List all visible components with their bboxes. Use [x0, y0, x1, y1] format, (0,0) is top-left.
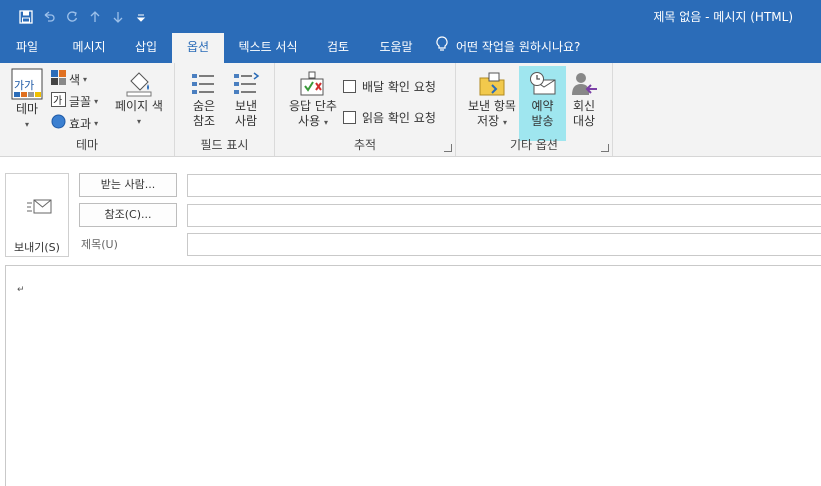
group-themes: 가가 테마 ▾ 색 ▾ 가 글꼴 ▾ 효과 ▾ 페이지 색 ▾ 테마: [0, 63, 175, 156]
send-icon: [26, 198, 52, 219]
svg-text:가: 가: [53, 95, 62, 107]
compose-area: 보내기(S) 받는 사람... 참조(C)... 제목(U) ↵: [0, 157, 821, 486]
tab-options[interactable]: 옵션: [172, 33, 224, 63]
ribbon-tabs: 파일 메시지 삽입 옵션 텍스트 서식 검토 도움말 어떤 작업을 원하시나요?: [0, 33, 821, 63]
direct-replies-button[interactable]: 회신 대상: [568, 71, 600, 129]
tab-review[interactable]: 검토: [313, 33, 363, 63]
dialog-launcher-icon[interactable]: [444, 144, 452, 152]
to-button[interactable]: 받는 사람...: [79, 173, 177, 197]
colors-button[interactable]: 색 ▾: [51, 70, 87, 88]
group-more-options: 보낸 항목 저장 ▾ 예약 발송 회신 대상 기타 옵션: [456, 63, 613, 156]
chevron-down-icon: ▾: [502, 118, 507, 127]
subject-label: 제목(U): [81, 238, 118, 251]
paint-bucket-icon: [125, 71, 153, 97]
cc-button[interactable]: 참조(C)...: [79, 203, 177, 227]
page-color-label: 페이지 색: [115, 99, 163, 113]
folder-icon: [477, 71, 507, 97]
message-body[interactable]: ↵: [5, 265, 821, 486]
from-button[interactable]: 보낸 사람: [229, 71, 263, 129]
read-receipt-checkbox[interactable]: 읽음 확인 요청: [343, 109, 436, 126]
customize-icon[interactable]: [129, 7, 152, 27]
svg-text:가가: 가가: [14, 79, 34, 92]
direct-replies-label-1: 회신: [572, 99, 596, 113]
quick-access-toolbar: [14, 7, 152, 27]
group-label-more-options: 기타 옵션: [510, 138, 558, 152]
tell-me-text: 어떤 작업을 원하시나요?: [456, 40, 581, 54]
from-icon: [232, 71, 260, 97]
window-title: 제목 없음 - 메시지 (HTML): [653, 10, 793, 24]
checkbox-box[interactable]: [343, 80, 356, 93]
arrow-up-icon[interactable]: [83, 7, 106, 27]
delivery-receipt-label: 배달 확인 요청: [362, 80, 436, 94]
effects-label: 효과: [69, 116, 92, 131]
themes-icon: 가가: [11, 68, 43, 100]
tab-insert[interactable]: 삽입: [121, 33, 171, 63]
effects-button[interactable]: 효과 ▾: [51, 114, 98, 132]
group-tracking: 응답 단추 사용 ▾ 배달 확인 요청 읽음 확인 요청 추적: [275, 63, 456, 156]
chevron-down-icon: ▾: [94, 96, 99, 106]
read-receipt-label: 읽음 확인 요청: [362, 111, 436, 125]
delay-delivery-label-2: 발송: [531, 114, 554, 128]
bcc-label-2: 참조: [192, 114, 216, 128]
cc-field[interactable]: [187, 204, 821, 227]
save-sent-item-button[interactable]: 보낸 항목 저장 ▾: [462, 71, 522, 130]
paragraph-mark-icon: ↵: [17, 285, 25, 295]
group-label-show-fields: 필드 표시: [200, 138, 249, 152]
voting-label-2: 사용: [298, 114, 321, 128]
colors-label: 색: [69, 72, 81, 87]
fonts-label: 글꼴: [69, 94, 92, 109]
themes-button[interactable]: 가가 테마 ▾: [9, 68, 45, 132]
bcc-label-1: 숨은: [192, 99, 216, 113]
send-button[interactable]: 보내기(S): [5, 173, 69, 257]
delay-delivery-icon: [528, 71, 558, 97]
page-color-button[interactable]: 페이지 색 ▾: [110, 71, 168, 129]
bcc-button[interactable]: 숨은 참조: [187, 71, 221, 129]
tab-help[interactable]: 도움말: [366, 33, 426, 63]
lightbulb-icon: [436, 34, 448, 62]
group-show-fields: 숨은 참조 보낸 사람 필드 표시: [175, 63, 275, 156]
title-bar: 제목 없음 - 메시지 (HTML): [0, 0, 821, 33]
checkbox-box[interactable]: [343, 111, 356, 124]
chevron-down-icon: ▾: [136, 117, 141, 126]
from-label-1: 보낸: [234, 99, 258, 113]
tab-message[interactable]: 메시지: [57, 33, 121, 63]
dialog-launcher-icon[interactable]: [601, 144, 609, 152]
save-icon[interactable]: [14, 7, 37, 27]
voting-icon: [298, 71, 328, 97]
group-label-tracking: 추적: [353, 138, 377, 152]
themes-label: 테마: [15, 102, 39, 116]
chevron-down-icon: ▾: [83, 74, 88, 84]
direct-replies-icon: [570, 71, 598, 97]
group-label-themes: 테마: [75, 138, 99, 152]
undo-icon[interactable]: [37, 7, 60, 27]
direct-replies-label-2: 대상: [572, 114, 596, 128]
effects-icon: [51, 114, 66, 132]
subject-field[interactable]: [187, 233, 821, 256]
chevron-down-icon: ▾: [94, 118, 99, 128]
redo-icon[interactable]: [60, 7, 83, 27]
chevron-down-icon: ▾: [323, 118, 328, 127]
bcc-icon: [190, 71, 218, 97]
to-field[interactable]: [187, 174, 821, 197]
tab-file[interactable]: 파일: [0, 33, 54, 63]
delivery-receipt-checkbox[interactable]: 배달 확인 요청: [343, 78, 436, 95]
delay-delivery-label-1: 예약: [531, 99, 554, 113]
fonts-button[interactable]: 가 글꼴 ▾: [51, 92, 98, 110]
tab-format-text[interactable]: 텍스트 서식: [226, 33, 310, 63]
colors-icon: [51, 70, 66, 88]
delay-delivery-button[interactable]: 예약 발송: [519, 66, 566, 141]
voting-buttons[interactable]: 응답 단추 사용 ▾: [281, 71, 345, 130]
save-sent-label-1: 보낸 항목: [468, 99, 516, 113]
from-label-2: 사람: [234, 114, 258, 128]
voting-label-1: 응답 단추: [289, 99, 337, 113]
chevron-down-icon: ▾: [24, 120, 29, 129]
save-sent-label-2: 저장: [477, 114, 500, 128]
ribbon: 가가 테마 ▾ 색 ▾ 가 글꼴 ▾ 효과 ▾ 페이지 색 ▾ 테마 숨은 참조…: [0, 63, 821, 157]
arrow-down-icon[interactable]: [106, 7, 129, 27]
tell-me-box[interactable]: 어떤 작업을 원하시나요?: [436, 33, 616, 63]
send-label: 보내기(S): [14, 241, 60, 254]
fonts-icon: 가: [51, 92, 66, 110]
